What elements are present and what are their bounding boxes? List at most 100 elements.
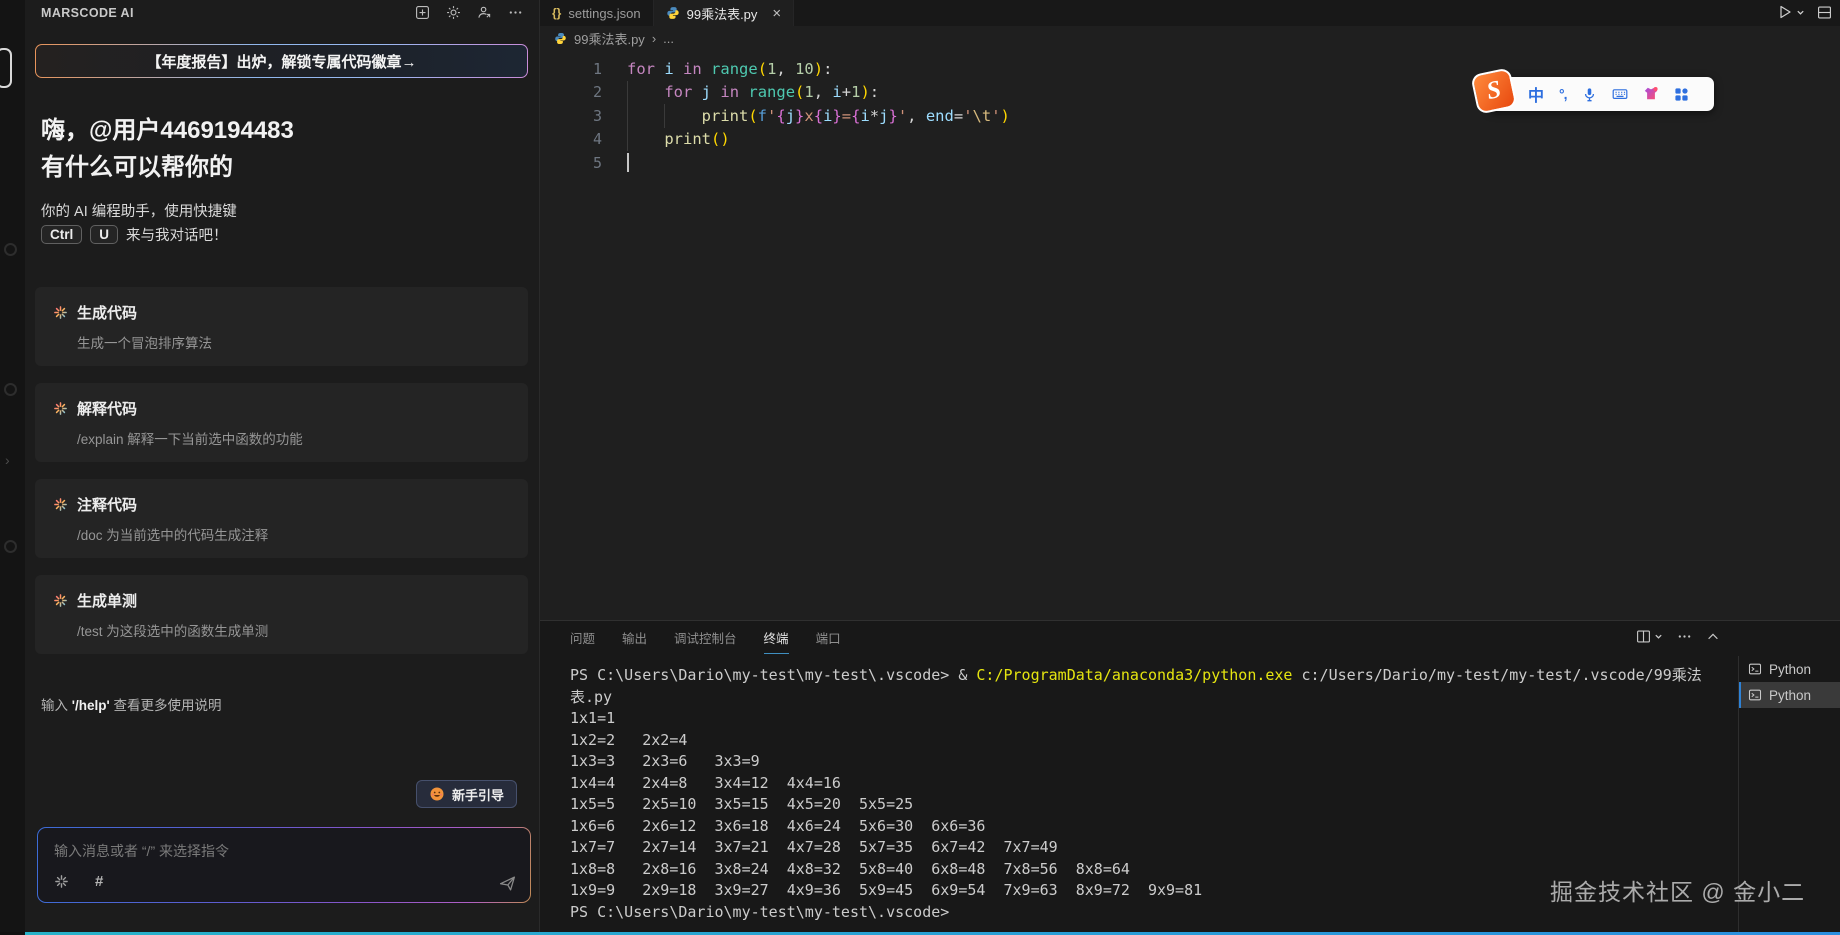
- split-terminal-icon[interactable]: [1636, 629, 1663, 644]
- ime-skin-icon[interactable]: [1643, 86, 1659, 102]
- split-editor-icon[interactable]: [1817, 5, 1832, 20]
- help-hint: 输入 '/help' 查看更多使用说明: [41, 694, 221, 714]
- chevron-right-icon: ›: [5, 452, 10, 468]
- panel-more-actions-icon[interactable]: [1677, 629, 1692, 644]
- help-command: '/help': [72, 698, 110, 713]
- terminal-label: Python: [1769, 688, 1811, 703]
- ime-toolbox-grid-icon[interactable]: [1674, 87, 1689, 102]
- maximize-panel-icon[interactable]: [1706, 630, 1720, 644]
- terminal-list-item-selected[interactable]: Python: [1739, 682, 1840, 708]
- terminal-line: 1x1=1: [570, 708, 1702, 730]
- panel-tab-debug-console[interactable]: 调试控制台: [674, 621, 737, 654]
- python-icon: [554, 32, 567, 45]
- terminal-icon: [1748, 662, 1762, 676]
- text-cursor: [627, 153, 629, 172]
- terminal-line: 1x8=8 2x8=16 3x8=24 4x8=32 5x8=40 6x8=48…: [570, 859, 1702, 881]
- terminal-line: 1x5=5 2x5=10 3x5=15 4x5=20 5x5=25: [570, 794, 1702, 816]
- terminal-line: PS C:\Users\Dario\my-test\my-test\.vscod…: [570, 902, 1702, 924]
- annual-report-banner[interactable]: 【年度报告】出炉，解锁专属代码徽章→: [35, 44, 528, 78]
- panel-title: MARSCODE AI: [41, 6, 134, 20]
- card-explain-code[interactable]: 解释代码 /explain 解释一下当前选中函数的功能: [35, 383, 528, 462]
- activity-ghost-icon: [4, 243, 17, 256]
- panel-tab-problems[interactable]: 问题: [570, 621, 595, 654]
- more-actions-icon[interactable]: [508, 5, 523, 20]
- hash-trigger[interactable]: #: [95, 873, 103, 890]
- terminal-line: 1x4=4 2x4=8 3x4=12 4x4=16: [570, 773, 1702, 795]
- terminal-list-item[interactable]: Python: [1739, 656, 1840, 682]
- sparkle-trigger-icon[interactable]: [54, 874, 69, 889]
- microphone-icon[interactable]: [1582, 87, 1597, 102]
- card-title: 注释代码: [77, 494, 137, 515]
- new-chat-icon[interactable]: [415, 5, 430, 20]
- indent-guide: [627, 81, 628, 105]
- sogou-ime-toolbar: S 中 °,: [1488, 77, 1714, 111]
- terminal-line: 1x7=7 2x7=14 3x7=21 4x7=28 5x7=35 6x7=42…: [570, 837, 1702, 859]
- terminal-icon: [1748, 688, 1762, 702]
- indent-guide: [627, 128, 628, 152]
- onboarding-label: 新手引导: [452, 785, 504, 804]
- assistant-subtitle: 你的 AI 编程助手，使用快捷键: [41, 200, 237, 221]
- chat-input-placeholder: 输入消息或者 “/” 来选择指令: [54, 841, 229, 861]
- sparkle-icon: [53, 593, 68, 608]
- chevron-right-icon: ›: [652, 31, 656, 46]
- card-title: 生成单测: [77, 590, 137, 611]
- hugging-face-emoji-icon: [429, 786, 445, 802]
- line-number: 3: [540, 107, 602, 125]
- card-title: 生成代码: [77, 302, 137, 323]
- active-extension-indicator: [0, 48, 12, 88]
- line-number: 2: [540, 83, 602, 101]
- activity-ghost-icon: [4, 383, 17, 396]
- panel-tab-terminal[interactable]: 终端: [764, 621, 789, 654]
- ime-punctuation-icon[interactable]: °,: [1559, 86, 1567, 102]
- tab-99-multiplication-py[interactable]: 99乘法表.py ×: [654, 0, 795, 26]
- breadcrumb-file: 99乘法表.py: [574, 29, 645, 48]
- greeting-line2: 有什么可以帮你的: [41, 149, 294, 186]
- chat-input[interactable]: 输入消息或者 “/” 来选择指令 #: [38, 828, 530, 902]
- card-generate-tests[interactable]: 生成单测 /test 为这段选中的函数生成单测: [35, 575, 528, 654]
- code-line[interactable]: 5: [540, 151, 1840, 175]
- tab-settings-json[interactable]: {} settings.json: [540, 0, 654, 26]
- card-comment-code[interactable]: 注释代码 /doc 为当前选中的代码生成注释: [35, 479, 528, 558]
- marscode-ai-panel: MARSCODE AI 【年度报告】出炉，解锁专属代码徽章→ 嗨，@用户4469…: [25, 0, 540, 932]
- panel-tab-ports[interactable]: 端口: [816, 621, 841, 654]
- breadcrumb[interactable]: 99乘法表.py › ...: [540, 26, 1840, 50]
- shortcut-suffix: 来与我对话吧！: [126, 224, 228, 245]
- key-u: U: [90, 225, 118, 244]
- breadcrumb-more: ...: [663, 31, 674, 46]
- code-line[interactable]: 4 print(): [540, 128, 1840, 152]
- sparkle-icon: [53, 305, 68, 320]
- line-number: 5: [540, 154, 602, 172]
- python-icon: [666, 6, 680, 20]
- greeting-line1: 嗨，@用户4469194483: [41, 112, 294, 149]
- card-generate-code[interactable]: 生成代码 生成一个冒泡排序算法: [35, 287, 528, 366]
- terminal-line: PS C:\Users\Dario\my-test\my-test\.vscod…: [570, 665, 1702, 687]
- code-editor[interactable]: 1for i in range(1, 10):2 for j in range(…: [540, 50, 1840, 620]
- ime-chinese-mode-icon[interactable]: 中: [1528, 82, 1544, 106]
- terminal-label: Python: [1769, 662, 1811, 677]
- key-ctrl: Ctrl: [41, 225, 82, 244]
- shortcut-hint: Ctrl U 来与我对话吧！: [41, 224, 228, 245]
- sparkle-icon: [53, 401, 68, 416]
- sogou-logo-icon[interactable]: S: [1470, 67, 1517, 114]
- tab-label: 99乘法表.py: [687, 4, 758, 23]
- activity-bar: ›: [0, 0, 25, 932]
- chat-input-container: 输入消息或者 “/” 来选择指令 #: [37, 827, 531, 903]
- tab-label: settings.json: [568, 6, 640, 21]
- terminal-line: 1x6=6 2x6=12 3x6=18 4x6=24 5x6=30 6x6=36: [570, 816, 1702, 838]
- keyboard-icon[interactable]: [1612, 86, 1628, 102]
- terminal-line: 表.py: [570, 687, 1702, 709]
- run-python-file-icon[interactable]: [1777, 4, 1805, 20]
- terminal-output[interactable]: PS C:\Users\Dario\my-test\my-test\.vscod…: [570, 665, 1702, 923]
- editor-tab-bar: {} settings.json 99乘法表.py ×: [540, 0, 1840, 26]
- user-account-icon[interactable]: [477, 5, 492, 20]
- line-number: 1: [540, 60, 602, 78]
- editor-area: {} settings.json 99乘法表.py × 99乘法表.py › .…: [540, 0, 1840, 932]
- panel-tab-output[interactable]: 输出: [622, 621, 647, 654]
- activity-ghost-icon: [4, 540, 17, 553]
- line-number: 4: [540, 130, 602, 148]
- onboarding-button[interactable]: 新手引导: [416, 780, 517, 808]
- settings-gear-icon[interactable]: [446, 5, 461, 20]
- terminal-line: 1x2=2 2x2=4: [570, 730, 1702, 752]
- send-button[interactable]: [499, 875, 516, 892]
- close-tab-icon[interactable]: ×: [772, 5, 781, 22]
